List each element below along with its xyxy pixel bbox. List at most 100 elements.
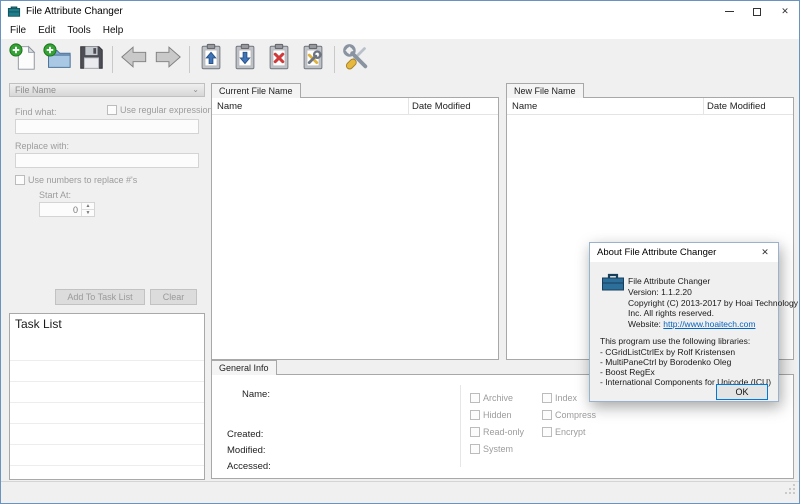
- toolbar: [1, 39, 799, 79]
- add-to-task-list-button[interactable]: Add To Task List: [55, 289, 145, 305]
- about-copyright-line2: Inc. All rights reserved.: [628, 308, 714, 318]
- checkbox-box: [470, 444, 480, 454]
- back-arrow-icon: [119, 42, 149, 77]
- titlebar: File Attribute Changer ✕: [1, 1, 799, 22]
- add-folder-button[interactable]: [40, 42, 74, 76]
- file-name-panel-header[interactable]: File Name ⌄: [9, 83, 205, 97]
- about-dialog: About File Attribute Changer ✕ File Attr…: [589, 242, 798, 402]
- toolbar-separator: [189, 45, 190, 73]
- tab-new-file-name[interactable]: New File Name: [506, 83, 584, 98]
- checkbox-box: [470, 393, 480, 403]
- save-icon: [76, 42, 106, 77]
- attr-archive-label: Archive: [483, 393, 514, 403]
- app-window: File Attribute Changer ✕ File Edit Tools…: [0, 0, 800, 504]
- toolbar-separator: [334, 45, 335, 73]
- about-library-item: - CGridListCtrlEx by Rolf Kristensen: [600, 347, 736, 357]
- clipboard-up-icon: [196, 42, 226, 77]
- attr-encrypt-label: Encrypt: [555, 427, 586, 437]
- apply-tasks-button[interactable]: [296, 42, 330, 76]
- tab-general-info[interactable]: General Info: [211, 360, 277, 375]
- spin-up-icon[interactable]: ▲: [82, 203, 94, 210]
- clipboard-down-icon: [230, 42, 260, 77]
- menu-file[interactable]: File: [4, 23, 32, 38]
- checkbox-box: [15, 175, 25, 185]
- menu-tools[interactable]: Tools: [61, 23, 96, 38]
- toolbar-separator: [112, 45, 113, 73]
- column-header-name[interactable]: Name: [217, 101, 242, 112]
- start-at-label: Start At:: [39, 190, 72, 200]
- new-file-list-header: Name Date Modified: [507, 98, 793, 115]
- add-files-icon: [8, 42, 38, 77]
- attr-readonly-checkbox[interactable]: Read-only: [470, 427, 524, 437]
- column-divider[interactable]: [408, 98, 409, 115]
- column-divider[interactable]: [703, 98, 704, 115]
- checkbox-box: [470, 410, 480, 420]
- about-close-button[interactable]: ✕: [752, 243, 778, 262]
- about-copyright-line1: Copyright (C) 2013-2017 by Hoai Technolo…: [628, 298, 798, 308]
- forward-button[interactable]: [151, 42, 185, 76]
- column-header-name[interactable]: Name: [512, 101, 537, 112]
- ok-button[interactable]: OK: [716, 384, 768, 400]
- current-file-list-header: Name Date Modified: [212, 98, 498, 115]
- menu-help[interactable]: Help: [97, 23, 130, 38]
- spinner-buttons: ▲ ▼: [81, 203, 94, 216]
- paste-up-button[interactable]: [194, 42, 228, 76]
- current-file-list-area[interactable]: [212, 115, 498, 359]
- find-what-input[interactable]: [15, 119, 199, 134]
- use-regex-label: Use regular expression: [120, 105, 213, 115]
- spin-down-icon[interactable]: ▼: [82, 210, 94, 216]
- checkbox-box: [542, 427, 552, 437]
- back-button[interactable]: [117, 42, 151, 76]
- close-button[interactable]: ✕: [771, 1, 799, 22]
- menu-edit[interactable]: Edit: [32, 23, 61, 38]
- start-at-spinner[interactable]: 0 ▲ ▼: [39, 202, 95, 217]
- attr-index-label: Index: [555, 393, 578, 403]
- column-header-date-modified[interactable]: Date Modified: [412, 101, 471, 112]
- paste-down-button[interactable]: [228, 42, 262, 76]
- forward-arrow-icon: [153, 42, 183, 77]
- attr-hidden-checkbox[interactable]: Hidden: [470, 410, 512, 420]
- about-version: Version: 1.1.2.20: [628, 287, 692, 297]
- column-header-date-modified[interactable]: Date Modified: [707, 101, 766, 112]
- task-list-panel[interactable]: Task List: [9, 313, 205, 480]
- about-dialog-titlebar: About File Attribute Changer ✕: [590, 243, 778, 262]
- use-numbers-checkbox[interactable]: Use numbers to replace #'s: [15, 175, 137, 185]
- file-name-panel: File Name ⌄ Find what: Use regular expre…: [9, 83, 213, 311]
- window-title: File Attribute Changer: [26, 6, 123, 17]
- settings-button[interactable]: [339, 42, 373, 76]
- add-folder-icon: [42, 42, 72, 77]
- window-controls: ✕: [715, 1, 799, 22]
- minimize-button[interactable]: [715, 1, 743, 22]
- attr-compress-checkbox[interactable]: Compress: [542, 410, 596, 420]
- app-toolbox-icon: [7, 5, 21, 18]
- clear-button[interactable]: Clear: [150, 289, 197, 305]
- use-regex-checkbox[interactable]: Use regular expression: [107, 105, 213, 115]
- save-button[interactable]: [74, 42, 108, 76]
- checkbox-box: [542, 410, 552, 420]
- created-label: Created:: [227, 429, 264, 440]
- task-list-rows: [10, 340, 204, 479]
- attr-index-checkbox[interactable]: Index: [542, 393, 577, 403]
- find-what-label: Find what:: [15, 107, 57, 117]
- attr-encrypt-checkbox[interactable]: Encrypt: [542, 427, 586, 437]
- section-divider: [460, 385, 461, 467]
- chevron-down-icon[interactable]: ⌄: [192, 86, 199, 94]
- checkbox-box: [107, 105, 117, 115]
- tab-current-file-name[interactable]: Current File Name: [211, 83, 301, 98]
- about-libraries-intro: This program use the following libraries…: [600, 336, 751, 346]
- clipboard-delete-icon: [264, 42, 294, 77]
- attr-archive-checkbox[interactable]: Archive: [470, 393, 513, 403]
- about-website-row: Website: http://www.hoaitech.com: [628, 319, 755, 329]
- replace-with-input[interactable]: [15, 153, 199, 168]
- website-link[interactable]: http://www.hoaitech.com: [663, 319, 755, 329]
- remove-task-button[interactable]: [262, 42, 296, 76]
- name-label: Name:: [242, 389, 270, 400]
- resize-grip-icon[interactable]: [784, 482, 796, 500]
- checkbox-box: [470, 427, 480, 437]
- maximize-button[interactable]: [743, 1, 771, 22]
- maximize-icon: [753, 7, 761, 16]
- add-files-button[interactable]: [6, 42, 40, 76]
- checkbox-box: [542, 393, 552, 403]
- attr-compress-label: Compress: [555, 410, 597, 420]
- attr-system-checkbox[interactable]: System: [470, 444, 513, 454]
